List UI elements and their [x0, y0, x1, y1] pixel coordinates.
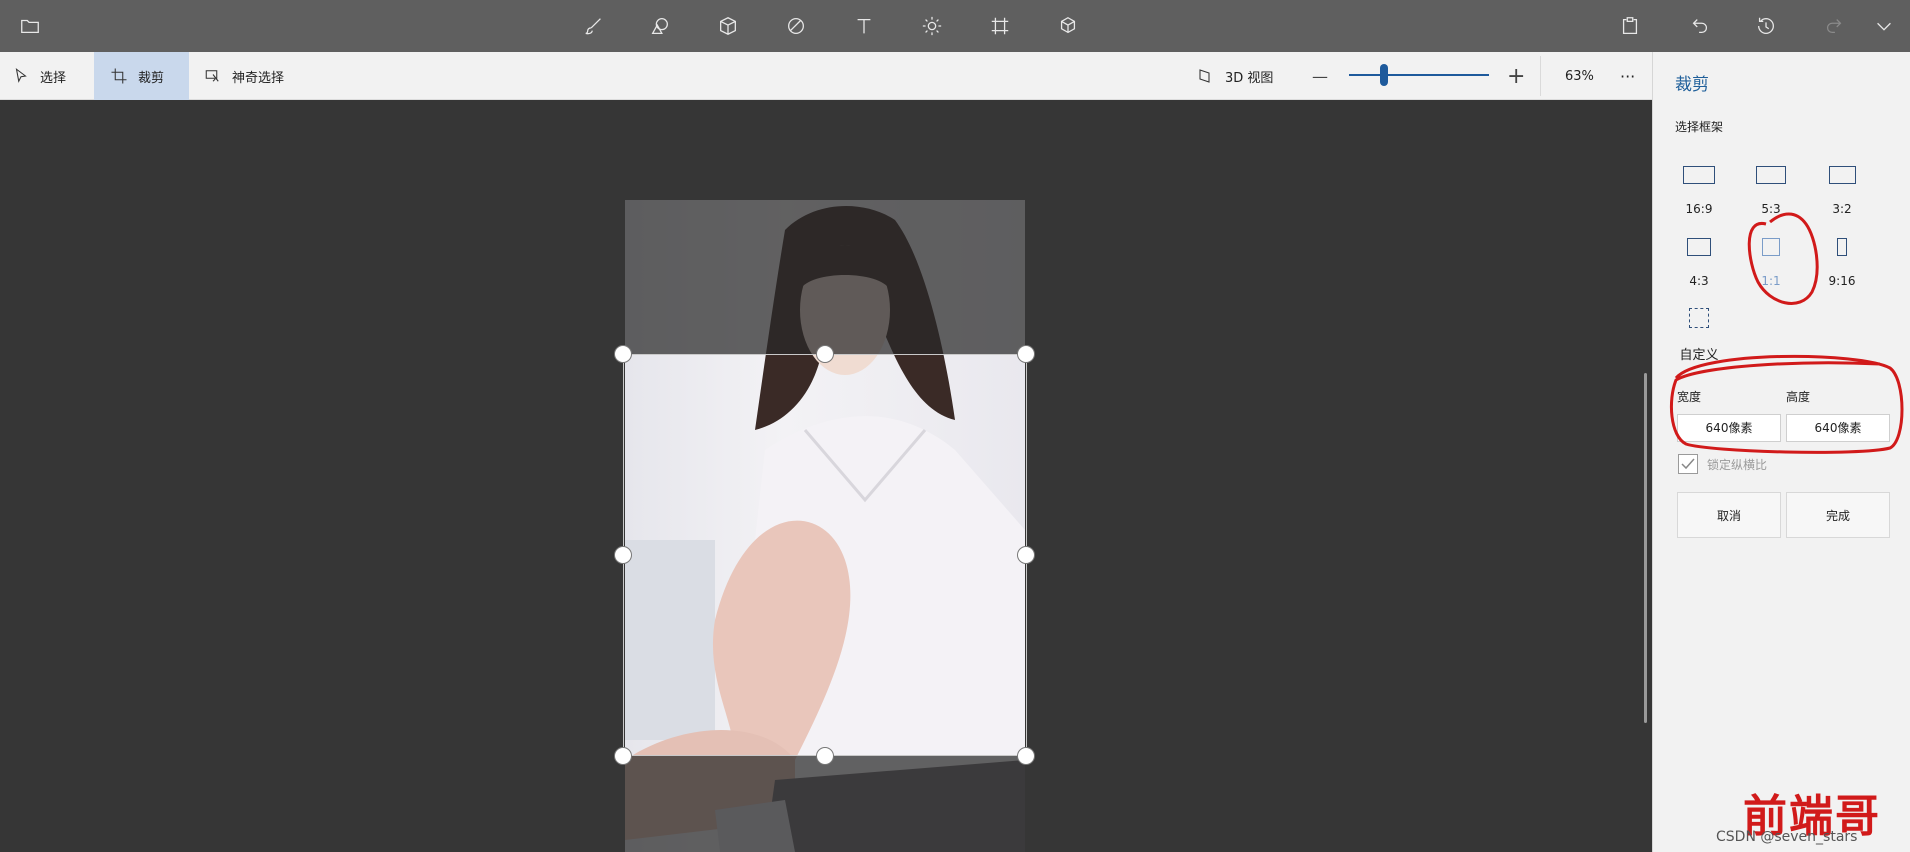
ratio-4-3-icon	[1687, 238, 1711, 256]
effects-icon[interactable]	[918, 12, 946, 40]
top-toolbar	[0, 0, 1910, 52]
ratio-5-3-icon	[1756, 166, 1786, 184]
crop-icon	[111, 68, 127, 84]
paint3d-window: 选择 裁剪 神奇选择 3D 视图 — + 63% ··· 裁剪 选择框架 16:…	[0, 0, 1910, 852]
divider	[1540, 56, 1541, 96]
zoom-out-button[interactable]: —	[1312, 52, 1332, 100]
ratio-3-2-label: 3:2	[1832, 202, 1852, 216]
crop-label: 裁剪	[138, 70, 165, 86]
lock-aspect-checkbox[interactable]	[1678, 454, 1698, 474]
ratio-16-9-icon	[1683, 166, 1715, 184]
3d-shapes-icon[interactable]	[714, 12, 742, 40]
zoom-in-button[interactable]: +	[1507, 52, 1527, 100]
magic-select-button[interactable]: 神奇选择	[204, 52, 314, 100]
crop-frame[interactable]	[623, 354, 1027, 756]
ratio-1-1-label: 1:1	[1761, 274, 1781, 288]
crop-handle-bottom-right[interactable]	[1017, 747, 1035, 765]
crop-dim-bottom	[625, 756, 1025, 852]
magic-select-label: 神奇选择	[232, 70, 285, 86]
width-label: 宽度	[1677, 390, 1702, 404]
brush-icon[interactable]	[580, 12, 608, 40]
height-label: 高度	[1786, 390, 1811, 404]
redo-icon[interactable]	[1820, 12, 1848, 40]
zoom-in-label: +	[1507, 63, 1526, 89]
more-button[interactable]: ···	[1620, 52, 1644, 100]
vertical-scrollbar[interactable]	[1644, 373, 1647, 723]
ratio-1-1[interactable]: 1:1	[1736, 230, 1806, 288]
zoom-level-label: 63%	[1565, 68, 1594, 84]
panel-title: 裁剪	[1675, 75, 1709, 95]
ratio-custom-label: 自定义	[1679, 348, 1719, 363]
crop-panel: 裁剪 选择框架 16:9 5:3 3:2 4:3 1:1 9:16 自定义 宽度…	[1652, 52, 1910, 852]
2d-shapes-icon[interactable]	[646, 12, 674, 40]
crop-mode-button[interactable]: 裁剪	[94, 52, 189, 100]
3d-library-icon[interactable]	[1054, 12, 1082, 40]
done-button[interactable]: 完成	[1786, 492, 1890, 538]
ratio-4-3-label: 4:3	[1689, 274, 1709, 288]
crop-handle-bottom[interactable]	[816, 747, 834, 765]
ratio-custom[interactable]: 自定义	[1664, 302, 1734, 363]
csdn-credit: CSDN @seven_stars	[1716, 829, 1858, 845]
cursor-icon	[15, 68, 27, 83]
ratio-16-9-label: 16:9	[1685, 202, 1713, 216]
expand-icon[interactable]	[1870, 12, 1898, 40]
height-input[interactable]: 640像素	[1786, 414, 1890, 442]
more-label: ···	[1620, 66, 1636, 86]
view3d-button[interactable]: 3D 视图	[1197, 52, 1297, 100]
folder-icon[interactable]	[16, 12, 44, 40]
paste-icon[interactable]	[1616, 12, 1644, 40]
ratio-5-3[interactable]: 5:3	[1736, 158, 1806, 216]
ratio-1-1-icon	[1762, 238, 1780, 256]
ratio-3-2-icon	[1828, 166, 1856, 184]
ratio-9-16[interactable]: 9:16	[1807, 230, 1877, 288]
zoom-out-label: —	[1312, 66, 1328, 86]
ratio-4-3[interactable]: 4:3	[1664, 230, 1734, 288]
ratio-5-3-label: 5:3	[1761, 202, 1781, 216]
select-button[interactable]: 选择	[12, 52, 92, 100]
ratio-9-16-label: 9:16	[1828, 274, 1856, 288]
crop-handle-bottom-left[interactable]	[614, 747, 632, 765]
canvas-icon[interactable]	[986, 12, 1014, 40]
ratio-9-16-icon	[1837, 238, 1847, 256]
cancel-button[interactable]: 取消	[1677, 492, 1781, 538]
undo-icon[interactable]	[1686, 12, 1714, 40]
lock-aspect-label: 锁定纵横比	[1707, 458, 1768, 472]
zoom-level[interactable]: 63%	[1565, 52, 1615, 100]
ratio-16-9[interactable]: 16:9	[1664, 158, 1734, 216]
history-icon[interactable]	[1752, 12, 1780, 40]
select-label: 选择	[40, 70, 67, 86]
text-icon[interactable]	[850, 12, 878, 40]
view3d-label: 3D 视图	[1225, 70, 1274, 86]
crop-handle-left[interactable]	[614, 546, 632, 564]
frame-section-title: 选择框架	[1675, 120, 1724, 134]
crop-dim-top	[625, 200, 1025, 354]
stickers-icon[interactable]	[782, 12, 810, 40]
mode-toolbar: 选择 裁剪 神奇选择 3D 视图 — + 63% ···	[0, 52, 1652, 100]
ratio-3-2[interactable]: 3:2	[1807, 158, 1877, 216]
crop-handle-top-right[interactable]	[1017, 345, 1035, 363]
crop-handle-top[interactable]	[816, 345, 834, 363]
width-input[interactable]: 640像素	[1677, 414, 1781, 442]
crop-handle-right[interactable]	[1017, 546, 1035, 564]
crop-handle-top-left[interactable]	[614, 345, 632, 363]
zoom-slider-thumb[interactable]	[1380, 64, 1388, 86]
magic-select-icon	[205, 70, 219, 82]
ratio-custom-icon	[1689, 308, 1709, 328]
3d-view-icon	[1199, 69, 1210, 83]
checkmark-icon	[1681, 458, 1695, 470]
zoom-slider-track[interactable]	[1349, 74, 1489, 76]
